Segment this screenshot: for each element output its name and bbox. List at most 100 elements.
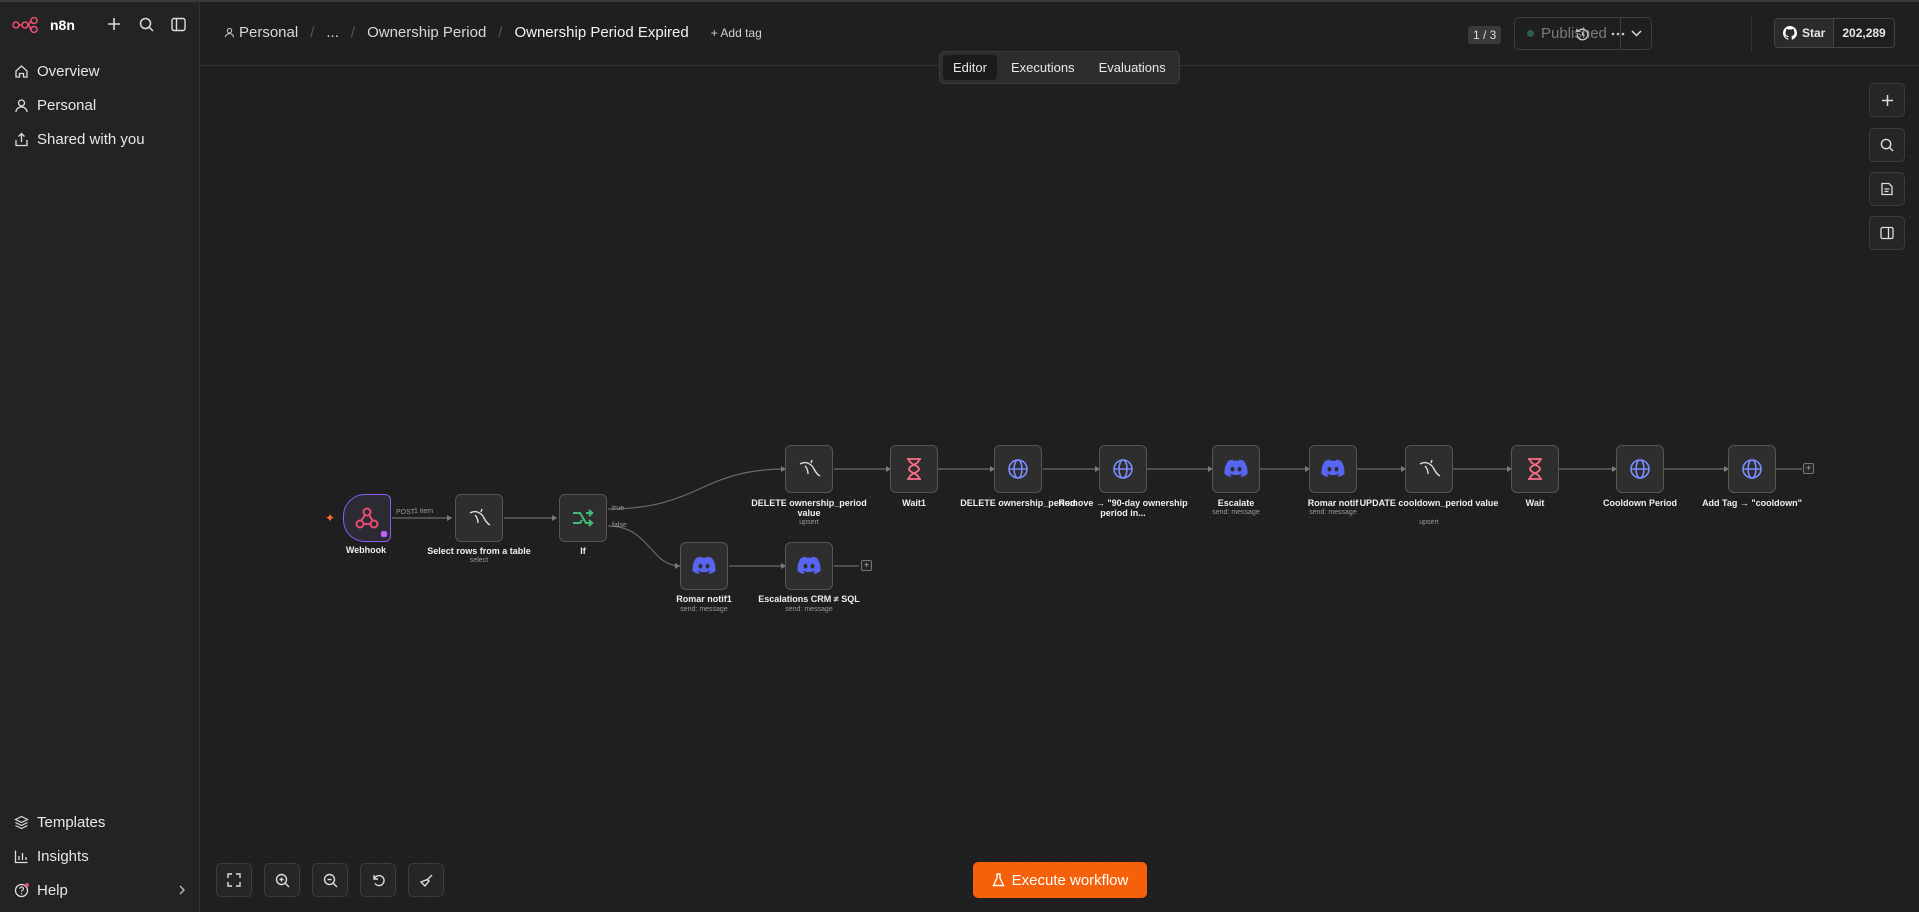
add-node-button[interactable] — [1869, 83, 1905, 117]
user-icon — [224, 27, 235, 38]
app-name: n8n — [50, 17, 75, 33]
github-star-button[interactable]: Star — [1775, 19, 1834, 47]
tidy-up-button[interactable] — [408, 863, 444, 897]
node-subtitle: upsert — [1419, 519, 1439, 526]
sidebar-item-help[interactable]: Help — [0, 873, 200, 907]
published-button[interactable]: Published — [1515, 18, 1620, 49]
sidebar-item-overview[interactable]: Overview — [0, 54, 200, 88]
hourglass-icon — [907, 458, 921, 480]
node-add-tag-cooldown[interactable] — [1728, 445, 1776, 493]
zoom-in-button[interactable] — [264, 863, 300, 897]
breadcrumb-separator: / — [310, 24, 315, 41]
breadcrumb-folder[interactable]: Ownership Period — [367, 24, 486, 41]
if-icon — [573, 509, 594, 527]
user-icon — [15, 98, 28, 112]
mysql-icon — [799, 459, 821, 477]
execute-workflow-button[interactable]: Execute workflow — [973, 862, 1147, 898]
add-node-plus-icon[interactable]: + — [1803, 463, 1814, 474]
edge-label-post: POST — [396, 509, 416, 516]
zoom-out-button[interactable] — [312, 863, 348, 897]
sidebar-item-label: Templates — [37, 813, 106, 831]
node-romar-notif1[interactable] — [680, 542, 728, 590]
node-if[interactable] — [559, 494, 607, 542]
header-divider — [1751, 16, 1752, 52]
tab-editor[interactable]: Editor — [943, 55, 997, 80]
sidebar-item-insights[interactable]: Insights — [0, 839, 200, 873]
node-label: Add Tag → "cooldown" — [1702, 498, 1802, 508]
github-star-widget: Star 202,289 — [1774, 18, 1895, 48]
workflow-name[interactable]: Ownership Period Expired — [514, 24, 688, 41]
node-subtitle: send: message — [1309, 509, 1357, 516]
zoom-in-icon — [275, 873, 289, 887]
panel-icon — [1880, 226, 1894, 240]
node-label: Escalations CRM ≠ SQL — [758, 594, 860, 604]
sidebar-item-label: Shared with you — [37, 130, 145, 148]
edge-label-items: 1 item — [414, 508, 434, 515]
sidebar-item-templates[interactable]: Templates — [0, 805, 200, 839]
search-icon — [1880, 138, 1894, 152]
fullscreen-icon — [227, 873, 241, 887]
globe-icon — [1630, 459, 1650, 479]
status-dot — [1527, 30, 1534, 37]
node-update-cooldown[interactable] — [1405, 445, 1453, 493]
discord-icon — [1321, 459, 1345, 477]
node-wait[interactable] — [1511, 445, 1559, 493]
trigger-bolt-icon: ✦ — [325, 511, 336, 525]
sidebar-item-label: Help — [37, 881, 68, 899]
node-subtitle: send: message — [785, 606, 833, 613]
github-icon — [1783, 26, 1797, 40]
breadcrumb-project[interactable]: Personal — [224, 24, 298, 41]
globe-icon — [1008, 459, 1028, 479]
fit-view-button[interactable] — [216, 863, 252, 897]
discord-icon — [1224, 459, 1248, 477]
discord-icon — [797, 556, 821, 574]
node-escalations-crm[interactable] — [785, 542, 833, 590]
node-cooldown-period[interactable] — [1616, 445, 1664, 493]
flask-icon — [992, 873, 1005, 887]
more-options-icon[interactable] — [1608, 24, 1628, 44]
breadcrumb-ellipsis[interactable]: ... — [326, 24, 339, 41]
insights-icon — [14, 850, 28, 863]
chevron-right-icon — [179, 885, 185, 895]
sidebar-item-label: Personal — [37, 96, 97, 114]
search-nodes-button[interactable] — [1869, 128, 1905, 162]
node-wait1[interactable] — [890, 445, 938, 493]
toggle-panel-button[interactable] — [1869, 216, 1905, 250]
history-icon[interactable] — [1572, 24, 1592, 44]
app-logo[interactable]: n8n — [12, 12, 75, 38]
hourglass-icon — [1528, 458, 1542, 480]
search-icon[interactable] — [136, 14, 156, 34]
n8n-logo-icon — [12, 17, 38, 33]
sidebar-toggle-icon[interactable] — [168, 14, 188, 34]
plus-icon — [1881, 94, 1893, 106]
version-badge[interactable]: 1 / 3 — [1468, 26, 1502, 44]
node-delete-ownership-value[interactable] — [785, 445, 833, 493]
node-escalate[interactable] — [1212, 445, 1260, 493]
add-tag-button[interactable]: + Add tag — [711, 26, 762, 40]
breadcrumb-separator: / — [498, 24, 503, 41]
node-subtitle: upsert — [799, 519, 819, 526]
tab-evaluations[interactable]: Evaluations — [1089, 55, 1176, 80]
execute-workflow-label: Execute workflow — [1011, 871, 1129, 889]
undo-button[interactable] — [360, 863, 396, 897]
breadcrumb-project-label: Personal — [239, 24, 299, 41]
node-romar-notif[interactable] — [1309, 445, 1357, 493]
sidebar: n8n Overview Personal Shared with you Te… — [0, 2, 200, 912]
undo-icon — [373, 874, 385, 887]
edge-label-true: true — [612, 505, 625, 512]
sidebar-item-personal[interactable]: Personal — [0, 88, 200, 122]
share-icon — [15, 132, 28, 146]
tab-executions[interactable]: Executions — [1001, 55, 1085, 80]
node-delete-ownership[interactable] — [994, 445, 1042, 493]
node-select-rows[interactable] — [455, 494, 503, 542]
node-subtitle: select — [469, 557, 489, 564]
add-icon[interactable] — [104, 14, 124, 34]
breadcrumb-separator: / — [350, 24, 356, 41]
broom-icon — [419, 874, 432, 887]
github-star-count[interactable]: 202,289 — [1833, 19, 1894, 47]
add-node-plus-icon[interactable]: + — [861, 560, 872, 571]
sticky-note-button[interactable] — [1869, 172, 1905, 206]
node-remove-tag[interactable] — [1099, 445, 1147, 493]
sidebar-item-shared[interactable]: Shared with you — [0, 122, 200, 156]
sidebar-item-label: Overview — [37, 62, 100, 80]
